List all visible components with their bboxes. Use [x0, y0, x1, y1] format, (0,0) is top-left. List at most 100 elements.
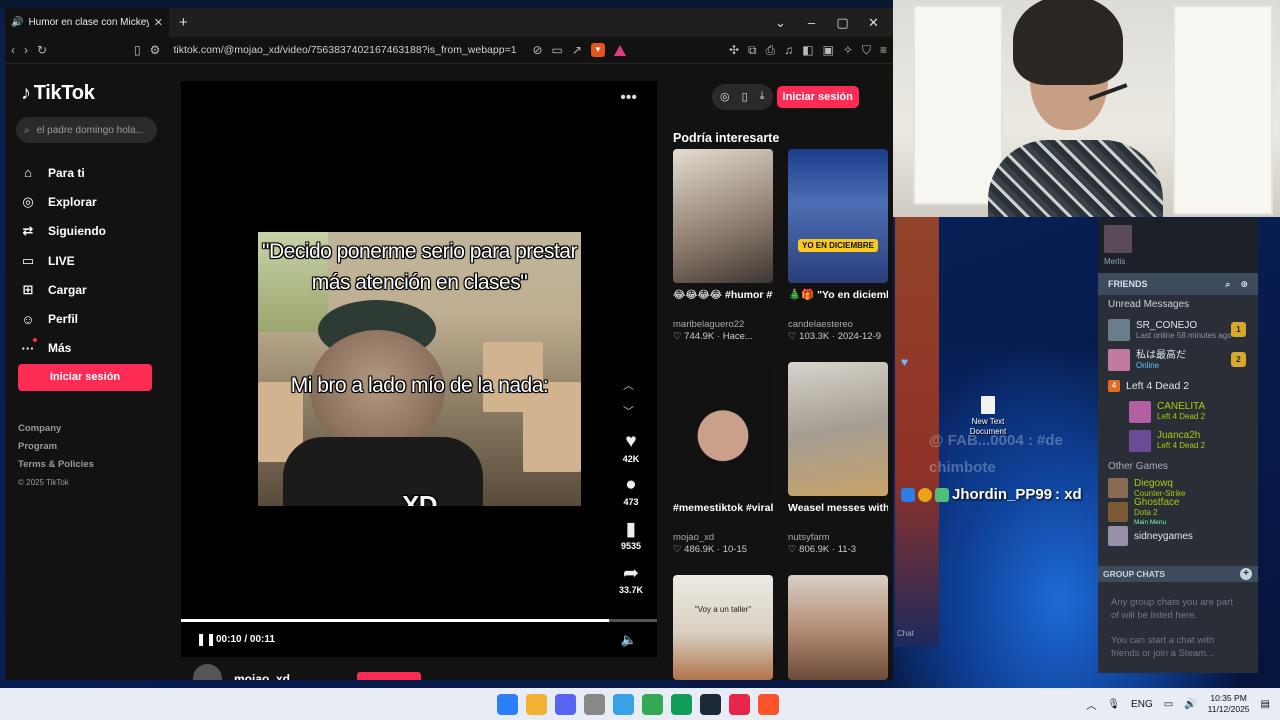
- chevron-down-icon[interactable]: ﹀: [623, 403, 634, 419]
- rec-thumbnail[interactable]: [673, 149, 773, 283]
- rec-card[interactable]: #memestiktok #viraldiktiktok... mojao_xd…: [673, 362, 773, 555]
- share-icon[interactable]: ↗: [572, 43, 582, 57]
- file-explorer-icon[interactable]: [526, 693, 547, 715]
- rec-author[interactable]: candelaestereo: [788, 319, 888, 330]
- author-name[interactable]: mojao_xd: [234, 672, 290, 681]
- back-icon[interactable]: ‹: [11, 43, 15, 57]
- desktop-icon-text-document[interactable]: New Text Document: [964, 396, 1012, 437]
- nav-item-explorar[interactable]: ◎ Explorar: [21, 187, 106, 216]
- forward-icon[interactable]: ›: [24, 43, 28, 57]
- save-button[interactable]: ▮ 9535: [613, 518, 649, 551]
- minimize-button[interactable]: –: [796, 15, 827, 30]
- rec-thumbnail[interactable]: "Voy a un taller": [673, 575, 773, 680]
- extensions-icon[interactable]: ✣: [729, 43, 739, 57]
- like-button[interactable]: ♥ 42K: [613, 431, 649, 464]
- site-settings-icon[interactable]: ⚙: [150, 43, 161, 57]
- discord-icon[interactable]: [555, 693, 576, 715]
- rec-thumbnail[interactable]: [788, 575, 888, 680]
- rec-thumbnail[interactable]: [673, 362, 773, 496]
- more-options-icon[interactable]: •••: [620, 89, 637, 107]
- rec-author[interactable]: nutsyfarm: [788, 532, 888, 543]
- download-icon[interactable]: ⤓: [760, 90, 765, 103]
- chrome-icon[interactable]: [642, 693, 663, 715]
- rec-card[interactable]: YO EN DICIEMBRE 🎄🎁 "Yo en diciembre: hum…: [788, 149, 888, 342]
- rec-thumbnail[interactable]: [788, 362, 888, 496]
- rec-card[interactable]: [788, 575, 888, 680]
- compass-icon[interactable]: ◎: [720, 90, 730, 103]
- menu-icon[interactable]: ≡: [880, 43, 887, 57]
- progress-bar[interactable]: [181, 619, 657, 622]
- steam-icon[interactable]: [700, 693, 721, 715]
- friend-row[interactable]: SR_CONEJO Last online 58 minutes ago 1: [1098, 315, 1258, 345]
- friend-row[interactable]: 私は最高だ Online 2: [1098, 345, 1258, 375]
- clock[interactable]: 10:35 PM 11/12/2025: [1208, 693, 1250, 715]
- url-field[interactable]: tiktok.com/@mojao_xd/video/7563837402167…: [173, 44, 523, 56]
- photos-icon[interactable]: [613, 693, 634, 715]
- music-icon[interactable]: ♫: [784, 43, 793, 57]
- volume-icon[interactable]: 🔊: [1184, 699, 1196, 710]
- brave-shield-icon[interactable]: ▼: [590, 43, 605, 57]
- network-icon[interactable]: ▭: [1164, 699, 1173, 710]
- pause-icon[interactable]: ❚❚: [196, 632, 216, 646]
- cast-off-icon[interactable]: ⊘: [532, 43, 542, 57]
- rec-card[interactable]: "Voy a un taller": [673, 575, 773, 680]
- friend-row[interactable]: Juanca2h Left 4 Dead 2: [1098, 426, 1258, 455]
- rec-author[interactable]: mojao_xd: [673, 532, 773, 543]
- share-button[interactable]: ➦ 33.7K: [613, 562, 649, 595]
- bookmark-icon[interactable]: ▯: [134, 43, 141, 57]
- device-icon[interactable]: ▯: [742, 90, 748, 103]
- nav-item-live[interactable]: ▭ LIVE: [21, 246, 106, 275]
- reload-icon[interactable]: ↻: [37, 43, 47, 57]
- leo-icon[interactable]: ✧: [843, 43, 853, 57]
- friend-row[interactable]: Ghostface Dota 2 Main Menu: [1098, 497, 1258, 526]
- search-icon[interactable]: ⌕: [1225, 279, 1230, 290]
- search-input[interactable]: ⌕ el padre domingo hola...: [16, 117, 157, 143]
- brave-rewards-icon[interactable]: [613, 44, 626, 56]
- opera-icon[interactable]: [729, 693, 750, 715]
- rec-card[interactable]: 😂😂😂😂 #humor #fypシ #parati #ris... maribe…: [673, 149, 773, 342]
- rec-card[interactable]: Weasel messes with "chicken"—it's a ca..…: [788, 362, 888, 555]
- chevron-up-icon[interactable]: ︿: [623, 377, 634, 393]
- footer-company[interactable]: Company: [18, 420, 94, 438]
- follow-button[interactable]: [357, 671, 422, 680]
- start-icon[interactable]: [497, 693, 518, 715]
- nav-item-para-ti[interactable]: ⌂ Para ti: [21, 158, 106, 187]
- notification-icon[interactable]: ▤: [1261, 699, 1270, 710]
- speaker-icon[interactable]: 🔊: [11, 17, 23, 28]
- edge-icon[interactable]: [671, 693, 692, 715]
- chevron-down-icon[interactable]: ⌄: [765, 15, 796, 31]
- friend-row[interactable]: CANELITA Left 4 Dead 2: [1098, 397, 1258, 426]
- video-player[interactable]: "Decido ponerme serio para prestar más a…: [181, 81, 657, 657]
- tiktok-logo[interactable]: ♪ TikTok: [21, 82, 95, 105]
- header-login-button[interactable]: Iniciar sesión: [776, 85, 859, 108]
- video-author[interactable]: mojao_xd: [193, 664, 422, 681]
- add-group-icon[interactable]: +: [1240, 568, 1252, 580]
- microphone-icon[interactable]: 🎙: [1107, 699, 1120, 710]
- avatar[interactable]: [1104, 225, 1132, 253]
- translate-icon[interactable]: ⧉: [748, 43, 757, 58]
- rec-thumbnail[interactable]: YO EN DICIEMBRE: [788, 149, 888, 283]
- wallet-icon[interactable]: ▣: [823, 43, 834, 57]
- footer-terms[interactable]: Terms & Policies: [18, 456, 94, 474]
- close-window-button[interactable]: ✕: [858, 15, 889, 31]
- brave-icon[interactable]: [758, 693, 779, 715]
- sidebar-icon[interactable]: ◧: [802, 43, 813, 57]
- volume-icon[interactable]: 🔈: [621, 632, 637, 648]
- chevron-up-icon[interactable]: ︿: [1086, 697, 1096, 712]
- rec-author[interactable]: maribelaguero22: [673, 319, 773, 330]
- footer-program[interactable]: Program: [18, 438, 94, 456]
- language-indicator[interactable]: ENG: [1131, 699, 1153, 710]
- close-tab-icon[interactable]: ✕: [154, 16, 163, 29]
- nav-item-perfil[interactable]: ☺ Perfil: [21, 304, 106, 333]
- comment-button[interactable]: ● 473: [613, 474, 649, 507]
- author-avatar[interactable]: [193, 664, 222, 680]
- add-friend-icon[interactable]: ⊕: [1240, 279, 1248, 290]
- obs-icon[interactable]: [584, 693, 605, 715]
- print-icon[interactable]: ⎙: [766, 43, 776, 58]
- tab-active[interactable]: 🔊 Humor en clase con Mickey M ✕: [5, 8, 169, 37]
- screen-icon[interactable]: ▭: [552, 43, 563, 57]
- maximize-button[interactable]: ▢: [827, 15, 858, 31]
- sidebar-login-button[interactable]: Iniciar sesión: [18, 364, 152, 391]
- nav-item-mas[interactable]: ··· Más: [21, 334, 106, 363]
- friend-row[interactable]: sidneygames: [1098, 524, 1258, 548]
